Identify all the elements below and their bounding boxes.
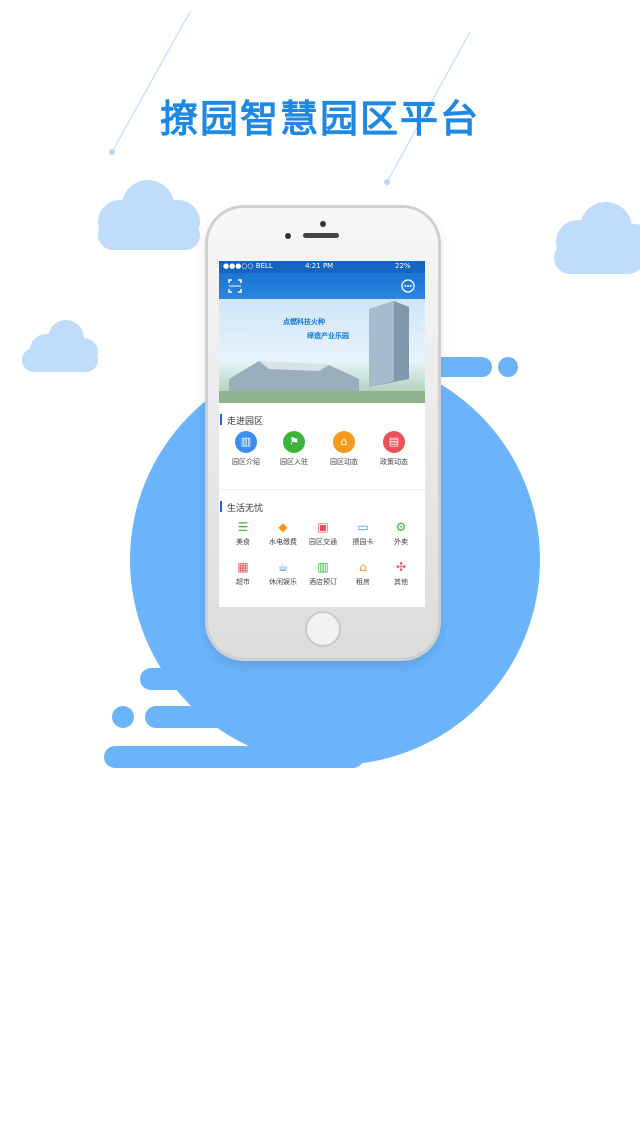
section1-item-label: 园区介绍 bbox=[232, 458, 260, 466]
section1-grid: ▥ 园区介绍 ⚑ 园区入驻 ⌂ 园区动态 ▤ 政策动态 bbox=[219, 431, 425, 477]
section1-marker bbox=[220, 414, 222, 425]
section2-item[interactable]: ▣ 园区交通 bbox=[303, 519, 343, 547]
section2-item-label: 撩园卡 bbox=[352, 538, 374, 546]
banner-line2: 缔造产业乐园 bbox=[307, 332, 349, 340]
section1-item[interactable]: ▤ 政策动态 bbox=[374, 431, 414, 467]
speaker-grille bbox=[303, 233, 339, 238]
section2-item-label: 外卖 bbox=[394, 538, 408, 546]
section1-title: 走进园区 bbox=[227, 417, 264, 427]
section2-item[interactable]: ⌂ 租房 bbox=[343, 559, 383, 587]
section2-item-label: 其他 bbox=[394, 578, 408, 586]
building-icon: ▥ bbox=[235, 431, 257, 453]
section2-item[interactable]: ⚙ 外卖 bbox=[381, 519, 421, 547]
page-title: 撩园智慧园区平台 bbox=[159, 97, 480, 141]
front-camera bbox=[285, 233, 291, 239]
nav-bar bbox=[219, 273, 425, 299]
section2-item-label: 酒店预订 bbox=[309, 578, 337, 586]
battery-label: 22% bbox=[395, 262, 411, 270]
phone-screen: ●●●○○ BELL 4:21 PM 22% 点燃科技火种 缔造产业乐园 走进园… bbox=[219, 261, 425, 607]
card-icon: ▭ bbox=[357, 520, 369, 534]
scooter-icon: ⚙ bbox=[395, 520, 407, 534]
carrier-label: ●●●○○ BELL bbox=[223, 262, 273, 270]
home-icon: ⌂ bbox=[333, 431, 355, 453]
flag-icon: ⚑ bbox=[283, 431, 305, 453]
section2-item-label: 水电缴费 bbox=[269, 538, 297, 546]
section2-title: 生活无忧 bbox=[227, 504, 264, 514]
hotel-icon: ▥ bbox=[317, 560, 329, 574]
section2-item[interactable]: ☕ 休闲娱乐 bbox=[263, 559, 303, 587]
section2-item[interactable]: ◆ 水电缴费 bbox=[263, 519, 303, 547]
section2-item[interactable]: ▦ 超市 bbox=[223, 559, 263, 587]
section1-item-label: 园区入驻 bbox=[280, 458, 308, 466]
section2-item[interactable]: ☰ 美食 bbox=[223, 519, 263, 547]
section1-item[interactable]: ▥ 园区介绍 bbox=[226, 431, 266, 467]
section2-item-label: 租房 bbox=[356, 578, 370, 586]
section2-item[interactable]: ▭ 撩园卡 bbox=[343, 519, 383, 547]
section1-item[interactable]: ⌂ 园区动态 bbox=[324, 431, 364, 467]
droplet-icon: ◆ bbox=[278, 520, 288, 534]
section2-item-label: 超市 bbox=[236, 578, 250, 586]
section2-item[interactable]: ▥ 酒店预订 bbox=[303, 559, 343, 587]
section2-item[interactable]: ✣ 其他 bbox=[381, 559, 421, 587]
store-icon: ▦ bbox=[237, 560, 249, 574]
hero-banner[interactable]: 点燃科技火种 缔造产业乐园 bbox=[219, 299, 425, 403]
section2-grid: ☰ 美食 ◆ 水电缴费 ▣ 园区交通 ▭ 撩园卡 ⚙ 外卖 ▦ 超市 ☕ 休闲娱乐 ▥ 酒店预订 ⌂ 租房 ✣ 其他 bbox=[219, 519, 425, 599]
banner-image bbox=[219, 301, 425, 403]
home-button[interactable] bbox=[305, 611, 341, 647]
document-icon: ▤ bbox=[383, 431, 405, 453]
message-icon[interactable] bbox=[401, 279, 415, 293]
banner-line1: 点燃科技火种 bbox=[283, 318, 325, 326]
divider bbox=[219, 489, 425, 490]
coffee-icon: ☕ bbox=[277, 560, 289, 574]
clock-label: 4:21 PM bbox=[305, 262, 334, 270]
bus-icon: ▣ bbox=[317, 520, 329, 534]
section1-item-label: 园区动态 bbox=[330, 458, 358, 466]
burger-icon: ☰ bbox=[237, 520, 249, 534]
section2-marker bbox=[220, 501, 222, 512]
grid-icon: ✣ bbox=[395, 560, 407, 574]
camera-dot bbox=[320, 221, 326, 227]
section2-item-label: 休闲娱乐 bbox=[269, 578, 297, 586]
scan-icon[interactable] bbox=[228, 279, 242, 293]
section2-item-label: 园区交通 bbox=[309, 538, 337, 546]
section2-item-label: 美食 bbox=[236, 538, 250, 546]
section1-item[interactable]: ⚑ 园区入驻 bbox=[274, 431, 314, 467]
house-icon: ⌂ bbox=[359, 560, 367, 574]
section1-item-label: 政策动态 bbox=[380, 458, 408, 466]
status-bar: ●●●○○ BELL 4:21 PM 22% bbox=[219, 261, 425, 273]
